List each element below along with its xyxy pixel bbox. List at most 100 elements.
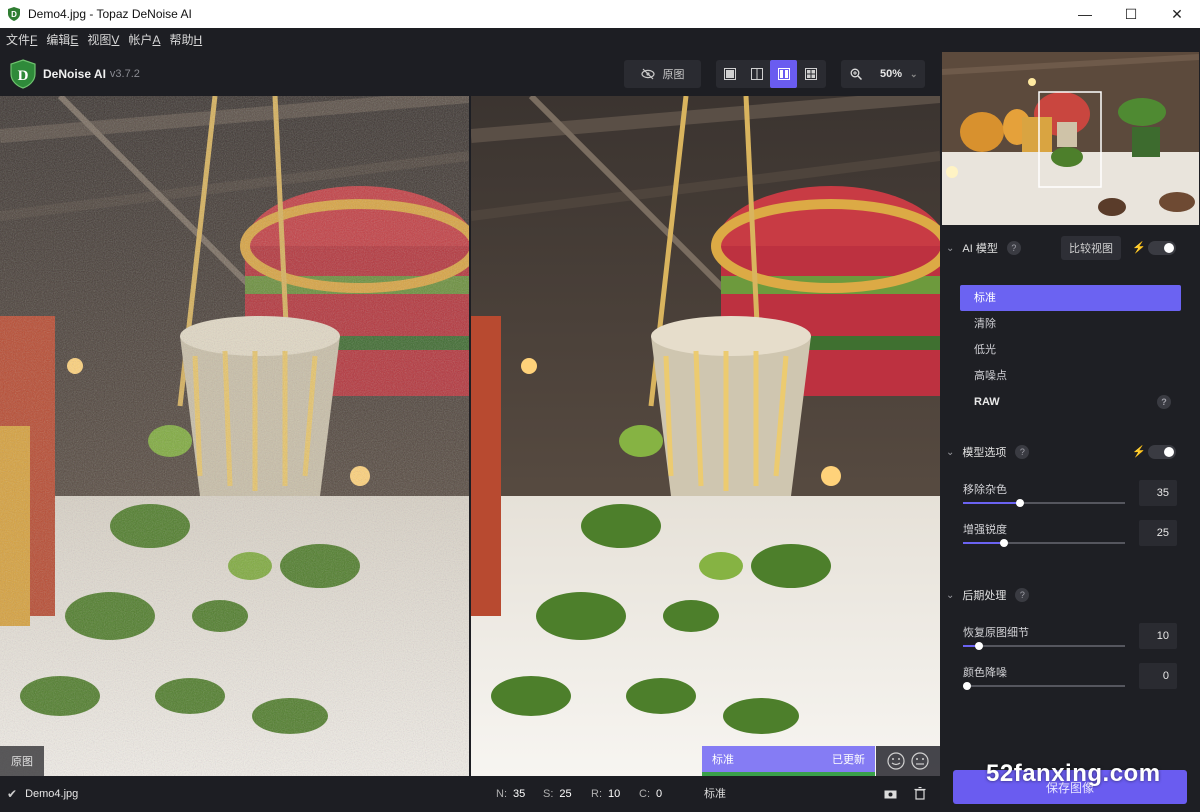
auto-model-toggle[interactable] xyxy=(1148,241,1176,255)
help-icon[interactable]: ? xyxy=(1157,395,1171,409)
single-view-button[interactable] xyxy=(716,60,743,88)
remove-noise-value[interactable]: 35 xyxy=(1139,480,1177,506)
minimize-button[interactable]: — xyxy=(1062,0,1108,28)
navigator-thumbnail[interactable] xyxy=(942,52,1199,225)
model-item-raw[interactable]: RAW ? xyxy=(960,389,1181,415)
model-options-title: 模型选项 xyxy=(962,447,1007,459)
ai-model-section-header[interactable]: ⌄ AI 模型 ? xyxy=(946,240,1021,256)
zoom-value: 50% xyxy=(880,68,903,80)
model-item-severe-noise[interactable]: 高噪点 xyxy=(960,363,1181,389)
stat-color: C: 0 xyxy=(639,788,663,800)
svg-text:D: D xyxy=(11,10,17,19)
color-noise-value[interactable]: 0 xyxy=(1139,663,1177,689)
trash-icon[interactable] xyxy=(914,787,926,800)
status-filename: Demo4.jpg xyxy=(25,788,79,800)
remove-noise-slider[interactable] xyxy=(963,499,1125,507)
slider-handle[interactable] xyxy=(1000,539,1008,547)
lightning-icon: ⚡ xyxy=(1132,446,1146,458)
chevron-down-icon: ⌄ xyxy=(946,446,955,458)
lightning-icon: ⚡ xyxy=(1132,242,1146,254)
close-button[interactable]: ✕ xyxy=(1154,0,1200,28)
chevron-down-icon: ⌄ xyxy=(910,68,918,79)
help-icon[interactable]: ? xyxy=(1015,588,1030,602)
smile-icon[interactable] xyxy=(887,752,905,770)
maximize-button[interactable]: ☐ xyxy=(1108,0,1154,28)
app-name: DeNoise AI xyxy=(43,67,106,81)
chevron-down-icon: ⌄ xyxy=(946,589,955,601)
model-status-badge: 标准 已更新 xyxy=(702,746,875,772)
original-preview[interactable] xyxy=(0,96,469,776)
watermark-text: 52fanxing.com xyxy=(986,760,1161,787)
slider-handle[interactable] xyxy=(1016,499,1024,507)
menu-edit[interactable]: 编辑E xyxy=(44,28,85,52)
original-label-badge: 原图 xyxy=(0,746,44,776)
navigator-photo xyxy=(942,52,1199,225)
slider-handle[interactable] xyxy=(963,682,971,690)
help-icon[interactable]: ? xyxy=(1006,241,1021,255)
slider-handle[interactable] xyxy=(975,642,983,650)
eye-off-icon xyxy=(640,68,655,80)
split-view-button[interactable] xyxy=(743,60,770,88)
feedback-box xyxy=(876,746,940,776)
menu-account[interactable]: 帐户A xyxy=(126,28,167,52)
quad-view-button[interactable] xyxy=(797,60,824,88)
stat-noise: N: 35 xyxy=(496,788,526,800)
menu-bar: 文件F 编辑E 视图V 帐户A 帮助H xyxy=(0,28,1200,52)
view-mode-group xyxy=(716,60,826,88)
help-icon[interactable]: ? xyxy=(1015,445,1030,459)
split-view-icon xyxy=(750,68,763,80)
window-title: Demo4.jpg - Topaz DeNoise AI xyxy=(28,7,192,21)
ai-model-title: AI 模型 xyxy=(962,243,998,255)
post-processing-section-header[interactable]: ⌄ 后期处理 ? xyxy=(946,587,1030,603)
model-item-standard[interactable]: 标准 xyxy=(960,285,1181,311)
neutral-face-icon[interactable] xyxy=(911,752,929,770)
recover-detail-label: 恢复原图细节 xyxy=(963,627,1029,639)
title-bar: D Demo4.jpg - Topaz DeNoise AI — ☐ ✕ xyxy=(0,0,1200,28)
side-by-side-view-button[interactable] xyxy=(770,60,797,88)
original-photo xyxy=(0,96,469,776)
chevron-down-icon: ⌄ xyxy=(946,242,955,254)
camera-icon[interactable] xyxy=(884,788,897,800)
processed-photo xyxy=(471,96,940,776)
single-view-icon xyxy=(723,68,736,80)
model-item-raw-label: RAW xyxy=(974,396,1000,408)
model-item-low-light[interactable]: 低光 xyxy=(960,337,1181,363)
compare-view-button[interactable]: 比较视图 xyxy=(1061,236,1121,260)
menu-view[interactable]: 视图V xyxy=(85,28,126,52)
processed-preview[interactable] xyxy=(471,96,940,776)
sharpen-value[interactable]: 25 xyxy=(1139,520,1177,546)
app-window: D Demo4.jpg - Topaz DeNoise AI — ☐ ✕ 文件F… xyxy=(0,0,1200,812)
sharpen-slider[interactable] xyxy=(963,539,1125,547)
color-noise-slider[interactable] xyxy=(963,682,1125,690)
menu-help[interactable]: 帮助H xyxy=(167,28,209,52)
post-processing-title: 后期处理 xyxy=(962,590,1007,602)
toolbar: D DeNoise AI v3.7.2 原图 50% ⌄ xyxy=(0,52,940,96)
ai-model-list: 标准 清除 低光 高噪点 RAW ? xyxy=(960,285,1181,415)
auto-options-toggle[interactable] xyxy=(1148,445,1176,459)
stat-sharpen: S: 25 xyxy=(543,788,572,800)
checkmark-icon: ✔ xyxy=(7,787,18,801)
show-original-label: 原图 xyxy=(662,69,685,81)
model-item-clear[interactable]: 清除 xyxy=(960,311,1181,337)
app-icon: D xyxy=(8,7,20,21)
zoom-control[interactable]: 50% ⌄ xyxy=(841,60,925,88)
stat-recover: R: 10 xyxy=(591,788,621,800)
sharpen-label: 增强锐度 xyxy=(963,524,1007,536)
status-model: 标准 xyxy=(704,788,726,800)
denoise-logo-icon: D xyxy=(10,59,36,89)
badge-model-name: 标准 xyxy=(712,754,734,766)
side-by-side-icon xyxy=(777,68,790,80)
slider-fill xyxy=(963,502,1020,504)
model-options-section-header[interactable]: ⌄ 模型选项 ? xyxy=(946,444,1030,460)
app-version: v3.7.2 xyxy=(109,68,140,80)
recover-detail-slider[interactable] xyxy=(963,642,1125,650)
svg-text:D: D xyxy=(18,68,29,84)
recover-detail-value[interactable]: 10 xyxy=(1139,623,1177,649)
badge-status: 已更新 xyxy=(832,754,865,766)
zoom-icon xyxy=(850,68,862,80)
quad-view-icon xyxy=(804,68,817,80)
menu-file[interactable]: 文件F xyxy=(4,28,44,52)
remove-noise-label: 移除杂色 xyxy=(963,484,1007,496)
show-original-button[interactable]: 原图 xyxy=(624,60,701,88)
color-noise-label: 颜色降噪 xyxy=(963,667,1007,679)
